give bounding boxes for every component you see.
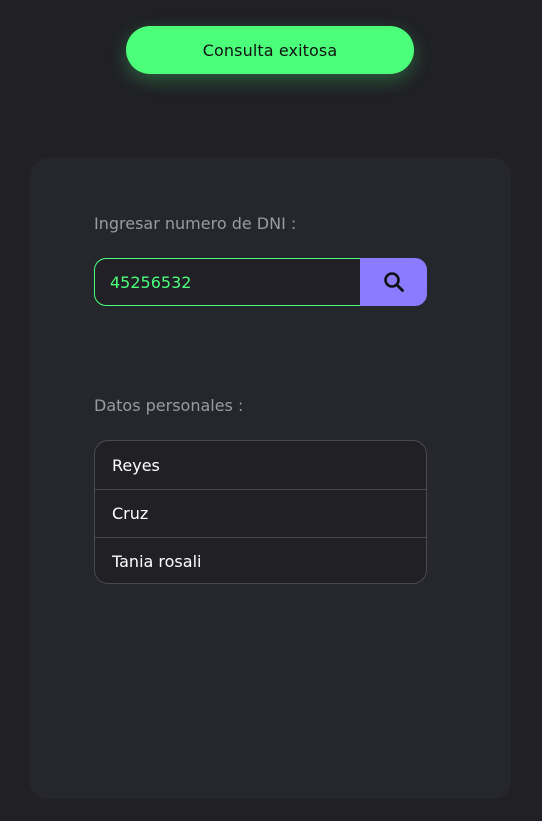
- dni-label: Ingresar numero de DNI :: [94, 214, 297, 233]
- list-item: Cruz: [95, 489, 426, 537]
- list-item: Reyes: [112, 455, 160, 475]
- success-toast: Consulta exitosa: [126, 26, 414, 74]
- list-item: Tania rosali: [95, 537, 426, 583]
- dni-lookup-card: Ingresar numero de DNI : Datos personale…: [30, 158, 511, 799]
- search-button[interactable]: [360, 258, 427, 306]
- search-icon: [383, 271, 405, 293]
- personal-data-label: Datos personales :: [94, 396, 244, 415]
- toast-message: Consulta exitosa: [202, 40, 338, 60]
- dni-search-group: [94, 258, 427, 306]
- dni-input[interactable]: [94, 258, 360, 306]
- personal-data-list: Reyes Cruz Tania rosali: [94, 440, 427, 584]
